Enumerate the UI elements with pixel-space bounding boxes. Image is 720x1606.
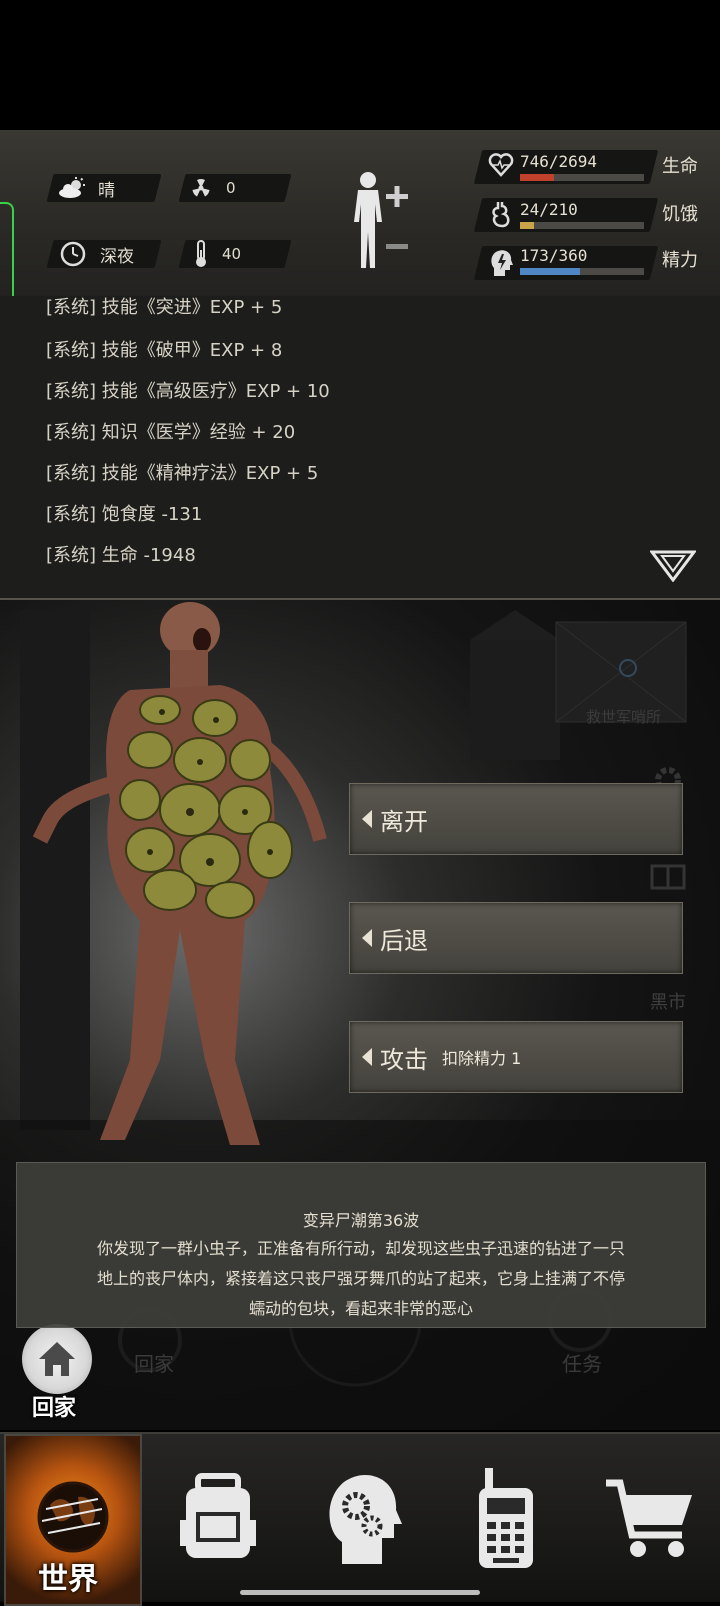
mutant-zombie-image [32,602,327,1145]
retreat-button[interactable]: 后退 [349,902,683,974]
log-line: [系统] 技能《突进》EXP + 5 [46,297,283,318]
head-gears-icon [329,1474,402,1564]
task-label-faded: 任务 [562,1352,602,1376]
log-line: [系统] 技能《高级医疗》EXP + 10 [46,381,330,402]
health-label: 生命 [662,156,698,177]
stomach-icon [490,200,512,232]
nav-skills[interactable] [292,1434,432,1602]
hunger-value: 24/210 [520,200,578,219]
top-bar [0,0,720,130]
head-bolt-icon [490,248,514,282]
nav-shop[interactable] [580,1434,720,1602]
expand-chevron-icon[interactable] [649,550,697,586]
event-text-line: 你发现了一群小虫子，正准备有所行动，却发现这些虫子迅速的钻进了一只 [96,1239,625,1258]
backpack-icon [180,1473,256,1558]
gift-icon [648,854,688,894]
time-text: 深夜 [100,246,134,267]
temperature-pill: 40 [194,240,241,268]
arrow-left-icon [362,810,372,828]
log-line: [系统] 技能《精神疗法》EXP + 5 [46,463,319,484]
log-line: [系统] 知识《医学》经验 + 20 [46,422,296,443]
hunger-label: 饥饿 [662,204,698,225]
weather-pill: 晴 [58,174,115,202]
cloud-sun-icon [58,177,88,199]
temperature-value: 40 [222,245,242,263]
status-panel: 晴 0 深夜 40 746/2694 生命 24/210 饥饿 173/360 … [0,130,720,360]
walkie-talkie-icon [479,1468,533,1568]
log-line: [系统] 生命 -1948 [46,545,196,566]
globe-icon [37,1481,109,1553]
attack-button[interactable]: 攻击 扣除精力 1 [349,1021,683,1093]
action-label: 后退 [380,926,428,955]
event-title: 变异尸潮第36波 [302,1211,420,1230]
location-sign: 救世军哨所 [586,708,662,726]
energy-label: 精力 [662,250,698,271]
event-text-line: 蠕动的包块，看起来非常的恶心 [248,1299,473,1318]
world-label: 世界 [38,1562,98,1597]
bottom-nav: 世界 [0,1432,720,1606]
heart-icon [488,152,514,182]
radiation-value: 0 [226,179,236,197]
energy-bar [520,268,644,275]
action-label: 离开 [380,807,428,836]
thermometer-icon [194,240,208,268]
nav-backpack[interactable] [148,1434,288,1602]
body-status-button[interactable] [350,170,416,274]
nav-world[interactable]: 世界 [4,1434,142,1606]
hunger-bar [520,222,644,229]
leave-button[interactable]: 离开 [349,783,683,855]
home-label: 回家 [32,1396,77,1421]
energy-value: 173/360 [520,246,588,265]
arrow-left-icon [362,929,372,947]
health-value: 746/2694 [520,152,598,171]
house-icon [39,1342,75,1376]
log-line: [系统] 饱食度 -131 [46,504,203,525]
time-pill: 深夜 [60,240,134,268]
system-log[interactable]: [系统] 技能《突进》EXP + 5 [系统] 技能《破甲》EXP + 8 [系… [0,296,720,600]
body-figure-icon [354,172,408,268]
clock-icon [60,241,86,267]
event-text-line: 地上的丧尸体内，紧接着这只丧尸强牙舞爪的站了起来，它身上挂满了不停 [96,1269,625,1288]
home-indicator[interactable] [240,1590,480,1595]
log-line: [系统] 技能《破甲》EXP + 8 [46,340,283,361]
home-label-faded: 回家 [134,1352,174,1376]
action-label: 攻击 [380,1045,428,1074]
cart-icon [606,1479,692,1557]
event-description: 变异尸潮第36波 你发现了一群小虫子，正准备有所行动，却发现这些虫子迅速的钻进了… [16,1162,706,1328]
radiation-pill: 0 [190,174,236,202]
nav-radio[interactable] [436,1434,576,1602]
black-market-label: 黑市 [650,992,686,1013]
arrow-left-icon [362,1048,372,1066]
home-button[interactable] [22,1324,92,1394]
weather-text: 晴 [98,180,115,201]
radiation-icon [190,177,212,199]
action-cost: 扣除精力 1 [442,1049,522,1068]
health-bar [520,174,644,181]
